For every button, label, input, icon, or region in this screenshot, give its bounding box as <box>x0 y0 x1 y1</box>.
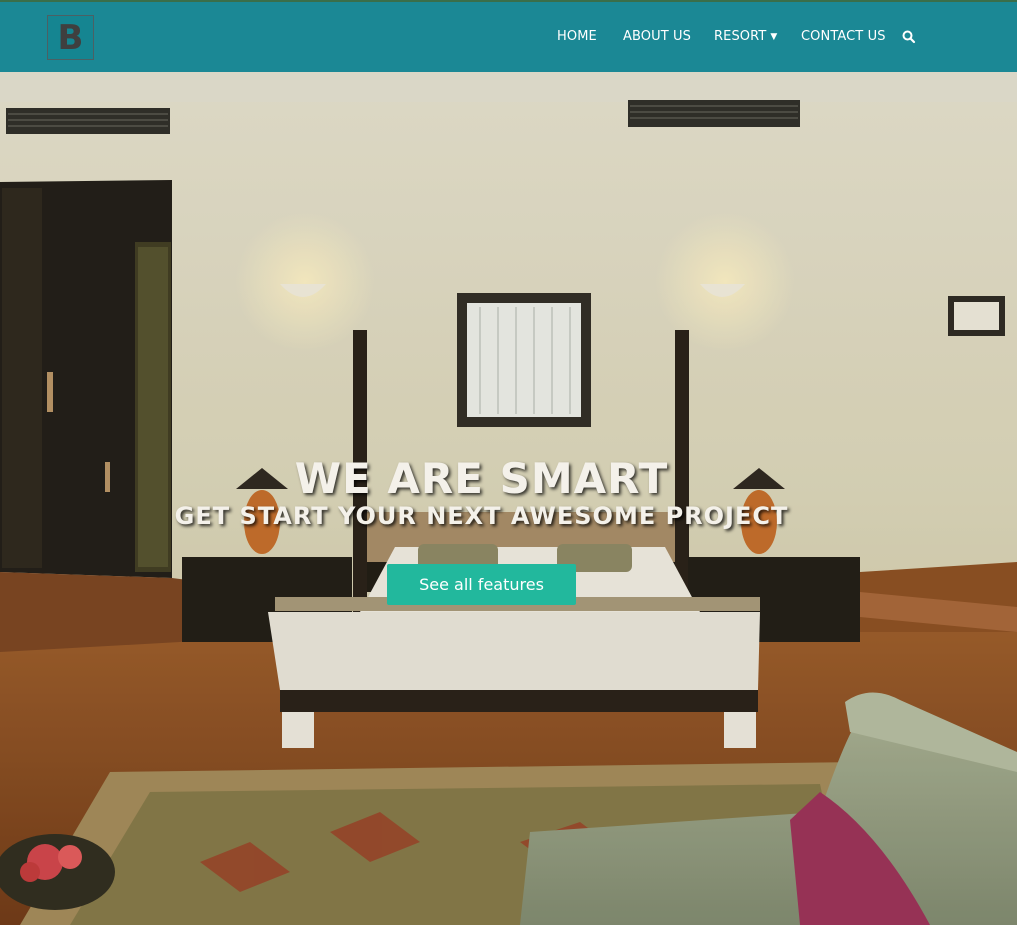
see-all-features-button[interactable]: See all features <box>387 564 576 605</box>
nav-resort[interactable]: RESORT ▼ <box>714 29 777 44</box>
hero-subtitle: GET START YOUR NEXT AWESOME PROJECT <box>0 502 1017 530</box>
hero-subtitle-text: GET START YOUR NEXT AWESOME PROJECT <box>174 502 789 530</box>
caret-down-icon: ▼ <box>770 32 778 42</box>
nav-resort-label: RESORT <box>714 29 767 44</box>
main-nav: HOME ABOUT US RESORT ▼ CONTACT US <box>0 2 1017 74</box>
nav-home[interactable]: HOME <box>557 29 597 44</box>
search-icon[interactable] <box>902 29 918 45</box>
hero-title: WE ARE SMART <box>0 454 1017 503</box>
top-navbar: B HOME ABOUT US RESORT ▼ CONTACT US <box>0 0 1017 72</box>
nav-contact-us[interactable]: CONTACT US <box>801 29 886 44</box>
nav-about-us[interactable]: ABOUT US <box>623 29 691 44</box>
hero-section: WE ARE SMART GET START YOUR NEXT AWESOME… <box>0 72 1017 925</box>
hero-title-text: WE ARE SMART <box>294 454 669 503</box>
